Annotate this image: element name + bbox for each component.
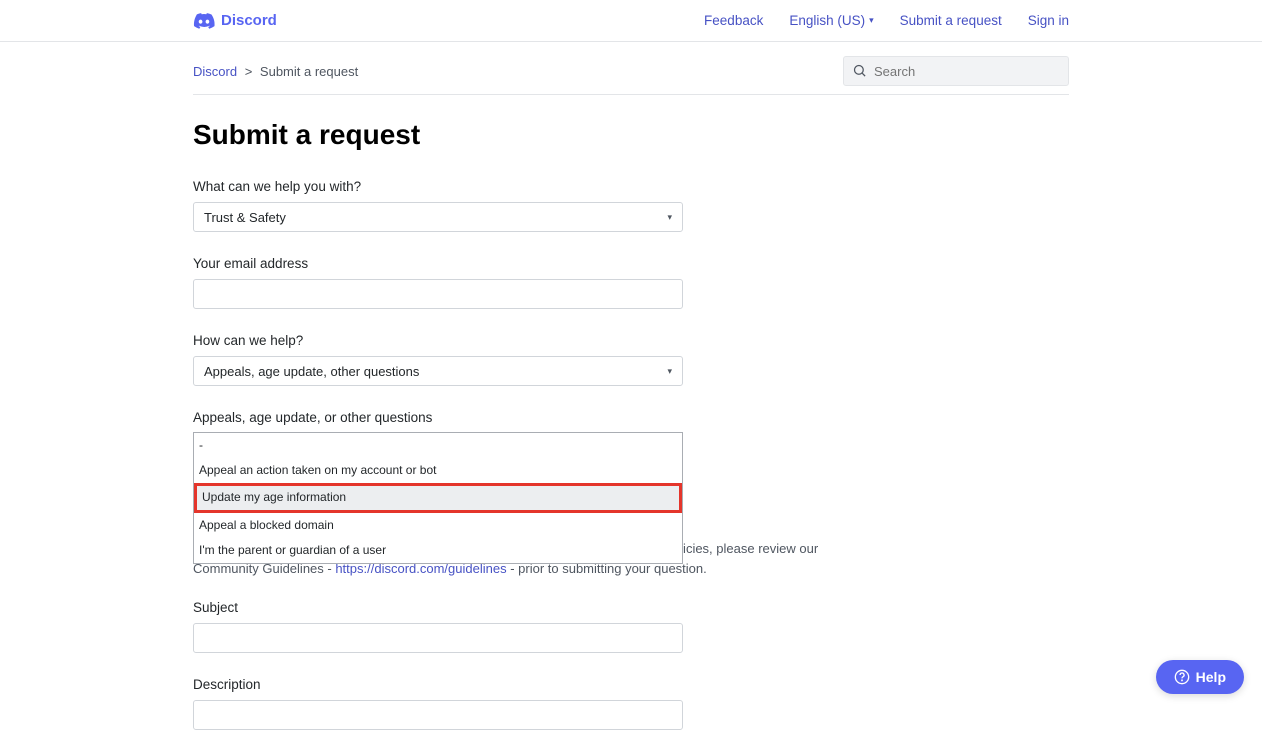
topic-label: What can we help you with? [193, 179, 683, 194]
email-input[interactable] [193, 279, 683, 309]
nav-feedback[interactable]: Feedback [704, 13, 763, 28]
subtype-option-blocked-domain[interactable]: Appeal a blocked domain [194, 513, 682, 538]
chevron-down-icon: ▾ [869, 15, 874, 26]
topic-select-value: Trust & Safety [204, 210, 286, 225]
nav-signin[interactable]: Sign in [1028, 13, 1069, 28]
breadcrumb: Discord > Submit a request [193, 64, 358, 79]
caret-down-icon: ▾ [667, 366, 672, 377]
search-input[interactable] [843, 56, 1069, 86]
email-label: Your email address [193, 256, 683, 271]
subtype-option-blank[interactable]: - [194, 433, 682, 458]
topic-select[interactable]: Trust & Safety ▾ [193, 202, 683, 232]
help-select[interactable]: Appeals, age update, other questions ▾ [193, 356, 683, 386]
brand-text: Discord [221, 12, 277, 29]
help-label: How can we help? [193, 333, 683, 348]
discord-logo-icon [193, 13, 215, 29]
breadcrumb-root[interactable]: Discord [193, 64, 237, 79]
subtype-dropdown-list: - Appeal an action taken on my account o… [193, 432, 683, 564]
subtype-option-parent-guardian[interactable]: I'm the parent or guardian of a user [194, 538, 682, 563]
discord-logo[interactable]: Discord [193, 12, 277, 29]
help-select-value: Appeals, age update, other questions [204, 364, 419, 379]
subject-label: Subject [193, 600, 683, 615]
subtype-label: Appeals, age update, or other questions [193, 410, 683, 425]
breadcrumb-current: Submit a request [260, 64, 358, 79]
subject-input[interactable] [193, 623, 683, 653]
subtype-dropdown[interactable]: - Appeal an action taken on my account o… [193, 433, 683, 521]
help-widget-button[interactable]: Help [1156, 660, 1244, 694]
help-widget-label: Help [1196, 669, 1226, 685]
breadcrumb-separator: > [245, 64, 253, 79]
nav-language[interactable]: English (US) ▾ [789, 13, 873, 28]
caret-down-icon: ▾ [667, 212, 672, 223]
description-input[interactable] [193, 700, 683, 730]
subtype-option-update-age[interactable]: Update my age information [194, 483, 682, 512]
description-label: Description [193, 677, 683, 692]
nav-language-label: English (US) [789, 13, 865, 28]
subtype-option-appeal-account[interactable]: Appeal an action taken on my account or … [194, 458, 682, 483]
nav-submit-request[interactable]: Submit a request [900, 13, 1002, 28]
search-box[interactable] [843, 56, 1069, 86]
page-title: Submit a request [193, 119, 1069, 151]
help-question-icon [1174, 669, 1190, 685]
search-icon [852, 63, 867, 78]
